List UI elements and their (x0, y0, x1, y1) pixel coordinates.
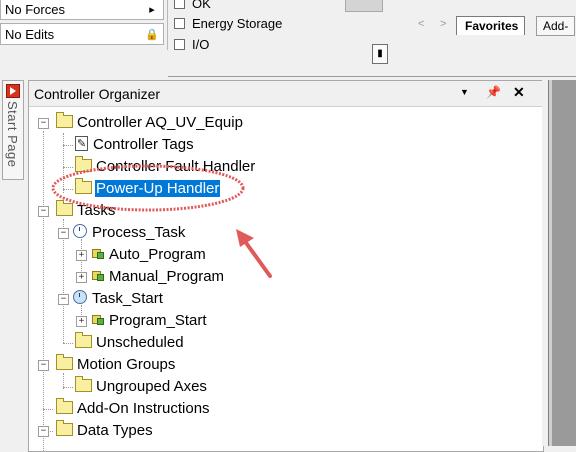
lock-icon: 🔒 (145, 29, 159, 41)
start-page-label: Start Page (5, 101, 20, 168)
edits-status-label: No Edits (5, 27, 55, 42)
tasks-collapse-toggle[interactable]: − (38, 206, 49, 217)
ok-check-label: OK (192, 0, 211, 11)
tree-item-motion-groups[interactable]: Motion Groups (56, 354, 176, 375)
folder-icon (75, 332, 92, 348)
tree-item-label: Tasks (77, 202, 116, 219)
folder-open-icon (56, 200, 73, 216)
tree-item-auto-program[interactable]: Auto_Program (92, 245, 207, 265)
forces-menu-arrow-icon[interactable]: ▸ (143, 0, 161, 19)
folder-open-icon (56, 112, 73, 128)
instruction-tabs-panel: < > Favorites Add- (406, 0, 576, 43)
tab-favorites[interactable]: Favorites (456, 16, 526, 35)
tree-item-label: Ungrouped Axes (96, 378, 207, 395)
tree-item-data-types[interactable]: Data Types (56, 420, 154, 441)
tab-scroll-left-icon[interactable]: < (418, 18, 424, 30)
tree-item-label: Unscheduled (96, 334, 184, 351)
ok-check[interactable]: OK (174, 0, 211, 13)
folder-icon (75, 178, 92, 194)
tree-item-ungrouped-axes[interactable]: Ungrouped Axes (75, 376, 208, 397)
key-switch-button[interactable] (345, 0, 383, 12)
edits-status-row[interactable]: No Edits 🔒 (0, 23, 164, 45)
io-checkbox[interactable] (174, 39, 185, 50)
event-task-icon (73, 290, 87, 304)
folder-open-icon (56, 354, 73, 370)
manual-program-expand-toggle[interactable]: + (76, 272, 87, 283)
folder-open-icon (56, 420, 73, 436)
ok-checkbox[interactable] (174, 0, 185, 9)
folder-icon (75, 156, 92, 172)
io-check-label: I/O (192, 37, 210, 52)
start-page-tab[interactable]: Start Page (2, 80, 24, 180)
tree-item-fault-handler[interactable]: Controller Fault Handler (75, 156, 256, 177)
tree-item-label: Controller AQ_UV_Equip (77, 114, 243, 131)
tree-item-label: Controller Fault Handler (96, 158, 256, 175)
auto-program-expand-toggle[interactable]: + (76, 250, 87, 261)
tree-item-label: Data Types (77, 422, 153, 439)
tree-item-controller-tags[interactable]: Controller Tags (75, 134, 195, 155)
tab-add-on-label: Add- (543, 19, 569, 33)
tab-scroll-right-icon[interactable]: > (440, 18, 446, 30)
tree-item-addon-instructions[interactable]: Add-On Instructions (56, 398, 211, 419)
close-icon[interactable]: ✕ (513, 84, 525, 101)
start-page-icon (6, 84, 20, 98)
tree-item-label: Add-On Instructions (77, 400, 210, 417)
program-icon (92, 315, 104, 325)
task-start-collapse-toggle[interactable]: − (58, 294, 69, 305)
tree-item-unscheduled[interactable]: Unscheduled (75, 332, 185, 353)
tree-item-label: Process_Task (92, 224, 186, 241)
controller-collapse-toggle[interactable]: − (38, 118, 49, 129)
tab-add-on[interactable]: Add- (536, 16, 576, 36)
folder-icon (56, 398, 73, 414)
forces-status-label: No Forces (5, 2, 65, 17)
status-panel: No Forces ▸ No Edits 🔒 (0, 0, 168, 50)
program-start-expand-toggle[interactable]: + (76, 316, 87, 327)
tree-item-label: Controller Tags (93, 136, 194, 153)
tree-item-task-start[interactable]: Task_Start (73, 289, 164, 309)
organizer-title-bar: Controller Organizer ▼ 📌 ✕ (29, 81, 543, 107)
tree-item-label: Program_Start (109, 312, 207, 329)
energy-storage-label: Energy Storage (192, 16, 283, 31)
organizer-title: Controller Organizer (34, 86, 161, 102)
status-checks-panel: OK Energy Storage I/O ▮ (168, 0, 407, 77)
energy-storage-checkbox[interactable] (174, 18, 185, 29)
dropdown-arrow-icon[interactable]: ▼ (460, 87, 469, 97)
tab-favorites-label: Favorites (465, 19, 519, 33)
folder-icon (75, 376, 92, 392)
program-icon (92, 249, 104, 259)
tags-icon (75, 134, 88, 154)
tree-item-label-selected: Power-Up Handler (93, 179, 222, 198)
tree-item-label: Manual_Program (109, 268, 225, 285)
energy-storage-check[interactable]: Energy Storage (174, 15, 282, 33)
tree-item-tasks[interactable]: Tasks (56, 200, 116, 221)
pin-icon[interactable]: 📌 (486, 85, 501, 99)
tree-item-label: Motion Groups (77, 356, 176, 373)
program-icon (92, 271, 104, 281)
tree-item-powerup-handler[interactable]: Power-Up Handler (75, 178, 222, 199)
tree-item-label: Auto_Program (109, 246, 206, 263)
instruction-toolbar-area (406, 42, 576, 77)
tree-item-manual-program[interactable]: Manual_Program (92, 267, 225, 287)
data-types-collapse-toggle[interactable]: − (38, 426, 49, 437)
forces-status-row[interactable]: No Forces ▸ (0, 0, 164, 20)
tree-item-controller[interactable]: Controller AQ_UV_Equip (56, 112, 244, 133)
io-check[interactable]: I/O (174, 36, 209, 54)
tree-item-label: Task_Start (92, 290, 163, 307)
task-icon (73, 224, 87, 238)
mode-toggle-button[interactable]: ▮ (372, 44, 388, 64)
process-task-collapse-toggle[interactable]: − (58, 228, 69, 239)
controller-organizer-panel: Controller Organizer ▼ 📌 ✕ − Controller … (28, 80, 544, 452)
tree-item-process-task[interactable]: Process_Task (73, 223, 186, 243)
motion-groups-collapse-toggle[interactable]: − (38, 360, 49, 371)
tree-item-program-start[interactable]: Program_Start (92, 311, 208, 331)
workspace-area (548, 80, 576, 446)
